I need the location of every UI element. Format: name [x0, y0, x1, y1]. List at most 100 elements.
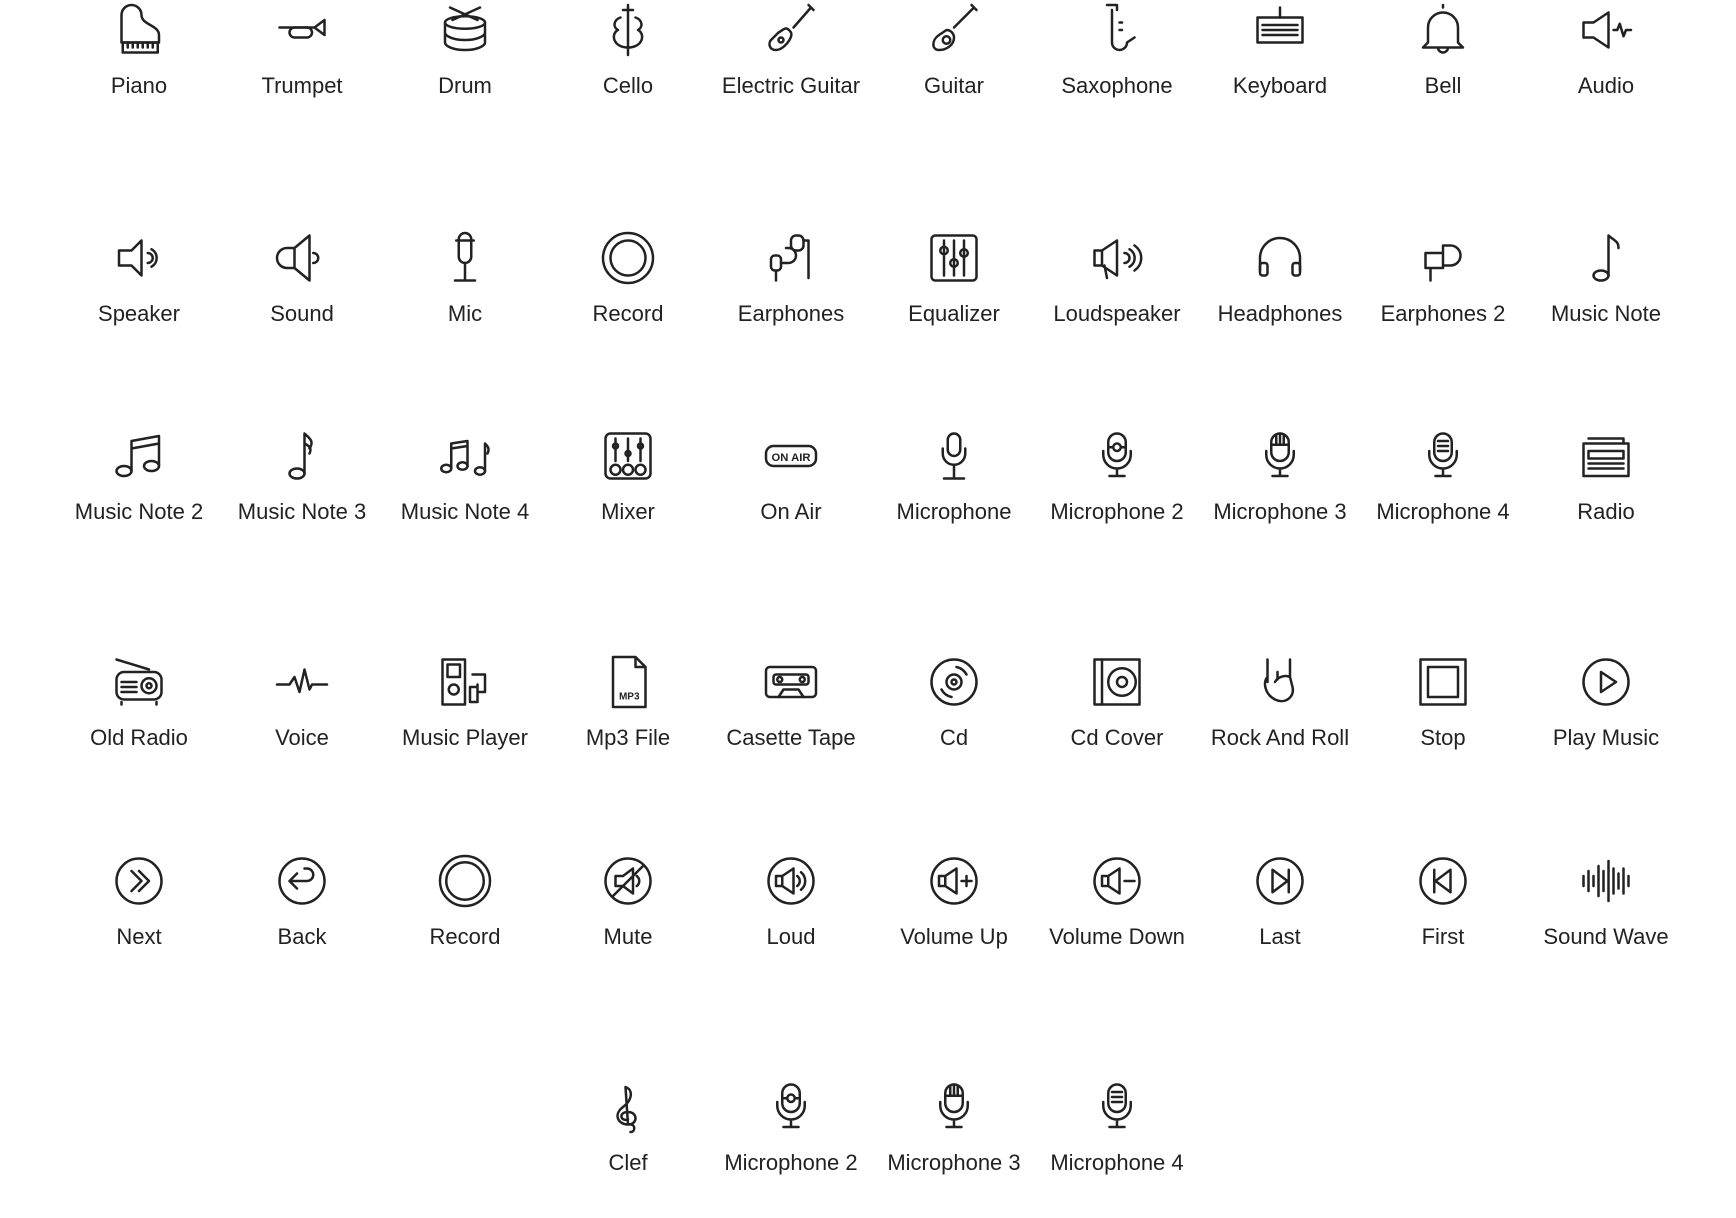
icon-tile-record-circle[interactable]: Record: [385, 851, 545, 951]
icon-tile-drum[interactable]: Drum: [385, 0, 545, 100]
icon-label: Audio: [1577, 73, 1635, 98]
icon-tile-microphone-3[interactable]: Microphone 3: [874, 1077, 1034, 1177]
guitar-icon: [932, 3, 978, 52]
icon-tile-radio[interactable]: Radio: [1526, 426, 1686, 526]
icon-tile-rock-and-roll[interactable]: Rock And Roll: [1200, 652, 1360, 752]
icon-tile-loud[interactable]: Loud: [711, 851, 871, 951]
icon-tile-music-note-3[interactable]: Music Note 3: [222, 426, 382, 526]
icon-tile-guitar[interactable]: Guitar: [874, 0, 1034, 100]
icon-tile-record[interactable]: Record: [548, 228, 708, 328]
icon-tile-speaker[interactable]: Speaker: [59, 228, 219, 328]
icon-tile-earphones[interactable]: Earphones: [711, 228, 871, 328]
record-icon: [601, 231, 655, 285]
piano-icon: [120, 3, 161, 54]
icon-label: Guitar: [924, 73, 984, 98]
last-icon: [1256, 857, 1304, 905]
radio-icon: [1582, 437, 1630, 478]
icon-label: Music Player: [402, 725, 528, 750]
sound-icon: [275, 234, 320, 282]
icon-label: Loud: [766, 924, 816, 949]
icon-label: First: [1421, 924, 1465, 949]
icon-tile-microphone-2[interactable]: Microphone 2: [711, 1077, 871, 1177]
icon-label: Microphone 4: [1376, 499, 1510, 524]
earphones-2-icon: [1424, 244, 1462, 282]
icon-tile-equalizer[interactable]: Equalizer: [874, 228, 1034, 328]
icon-tile-microphone[interactable]: Microphone: [874, 426, 1034, 526]
icon-label: Cd Cover: [1070, 725, 1164, 750]
icon-tile-music-note-2[interactable]: Music Note 2: [59, 426, 219, 526]
icon-tile-play-music[interactable]: Play Music: [1526, 652, 1686, 752]
icon-tile-cello[interactable]: Cello: [548, 0, 708, 100]
icon-tile-headphones[interactable]: Headphones: [1200, 228, 1360, 328]
icon-tile-mp3-file[interactable]: MP3 Mp3 File: [548, 652, 708, 752]
icon-tile-stop[interactable]: Stop: [1363, 652, 1523, 752]
icon-label: Music Note 2: [74, 499, 204, 524]
icon-label: Rock And Roll: [1210, 725, 1350, 750]
icon-label: Voice: [275, 725, 329, 750]
icon-tile-microphone-4[interactable]: Microphone 4: [1037, 1077, 1197, 1177]
icon-tile-volume-down[interactable]: Volume Down: [1037, 851, 1197, 951]
icon-tile-sound-wave[interactable]: Sound Wave: [1526, 851, 1686, 951]
icon-label: Microphone: [896, 499, 1012, 524]
icon-tile-keyboard[interactable]: Keyboard: [1200, 0, 1360, 100]
icon-tile-casette-tape[interactable]: Casette Tape: [711, 652, 871, 752]
icon-label: Back: [277, 924, 327, 949]
volume-up-icon: [930, 857, 978, 905]
icon-label: Radio: [1577, 499, 1635, 524]
icon-label: Headphones: [1217, 301, 1343, 326]
electric-guitar-icon: [768, 3, 815, 52]
icon-tile-cd-cover[interactable]: Cd Cover: [1037, 652, 1197, 752]
icon-text: MP3: [619, 692, 640, 703]
icon-tile-volume-up[interactable]: Volume Up: [874, 851, 1034, 951]
icon-tile-piano[interactable]: Piano: [59, 0, 219, 100]
icon-tile-next[interactable]: Next: [59, 851, 219, 951]
audio-icon: [1582, 11, 1633, 49]
icon-tile-music-player[interactable]: Music Player: [385, 652, 545, 752]
icon-tile-loudspeaker[interactable]: Loudspeaker: [1037, 228, 1197, 328]
icon-tile-bell[interactable]: Bell: [1363, 0, 1523, 100]
on-air-icon: ON AIR: [764, 444, 818, 468]
icon-label: Volume Down: [1049, 924, 1185, 949]
rock-and-roll-icon: [1263, 658, 1295, 703]
icon-label: Volume Up: [900, 924, 1008, 949]
icon-label: Trumpet: [261, 73, 343, 98]
icon-tile-sound[interactable]: Sound: [222, 228, 382, 328]
icon-tile-mute[interactable]: Mute: [548, 851, 708, 951]
icon-label: Microphone 3: [887, 1150, 1021, 1175]
icon-tile-music-note[interactable]: Music Note: [1526, 228, 1686, 328]
icon-tile-last[interactable]: Last: [1200, 851, 1360, 951]
icon-tile-first[interactable]: First: [1363, 851, 1523, 951]
icon-tile-earphones-2[interactable]: Earphones 2: [1363, 228, 1523, 328]
next-icon: [115, 857, 163, 905]
icon-label: Music Note 3: [237, 499, 367, 524]
icon-tile-cd[interactable]: Cd: [874, 652, 1034, 752]
icon-tile-microphone-3[interactable]: Microphone 3: [1200, 426, 1360, 526]
icon-tile-electric-guitar[interactable]: Electric Guitar: [711, 0, 871, 100]
icon-tile-old-radio[interactable]: Old Radio: [59, 652, 219, 752]
icon-tile-trumpet[interactable]: Trumpet: [222, 0, 382, 100]
microphone-4-icon: [1102, 1083, 1132, 1129]
icon-tile-saxophone[interactable]: Saxophone: [1037, 0, 1197, 100]
icon-label: Bell: [1424, 73, 1462, 98]
music-note-3-icon: [288, 432, 313, 480]
icon-tile-mic[interactable]: Mic: [385, 228, 545, 328]
record-circle-icon: [438, 854, 492, 908]
equalizer-icon: [930, 234, 978, 282]
icon-tile-microphone-4[interactable]: Microphone 4: [1363, 426, 1523, 526]
first-icon: [1419, 857, 1467, 905]
icon-label: Drum: [438, 73, 492, 98]
icon-tile-voice[interactable]: Voice: [222, 652, 382, 752]
icon-tile-music-note-4[interactable]: Music Note 4: [385, 426, 545, 526]
icon-tile-mixer[interactable]: Mixer: [548, 426, 708, 526]
icon-tile-audio[interactable]: Audio: [1526, 0, 1686, 100]
icon-tile-back[interactable]: Back: [222, 851, 382, 951]
icon-label: Cello: [602, 73, 654, 98]
loudspeaker-icon: [1093, 239, 1143, 280]
icon-tile-on-air[interactable]: ON AIR On Air: [711, 426, 871, 526]
icon-tile-microphone-2[interactable]: Microphone 2: [1037, 426, 1197, 526]
icon-label: Speaker: [98, 301, 180, 326]
icon-tile-clef[interactable]: Clef: [548, 1077, 708, 1177]
icon-label: Stop: [1420, 725, 1466, 750]
cd-icon: [930, 658, 978, 706]
clef-icon: [616, 1085, 637, 1134]
